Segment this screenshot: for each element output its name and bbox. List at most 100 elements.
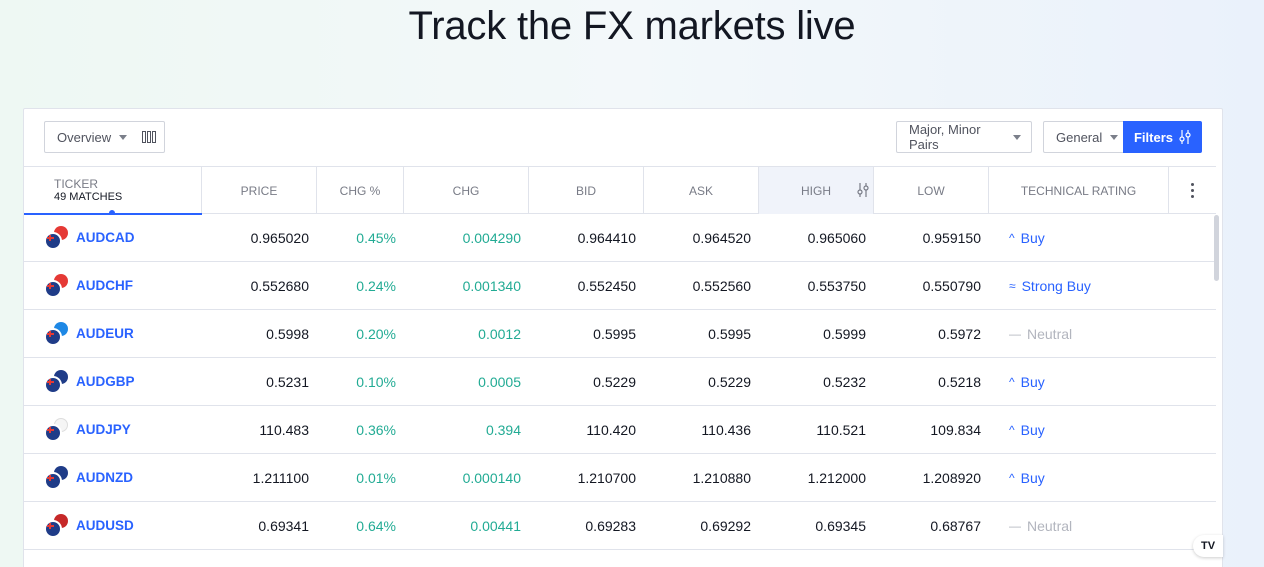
pairs-dropdown[interactable]: Major, Minor Pairs <box>896 121 1032 153</box>
technical-rating-cell[interactable]: — Neutral <box>1009 502 1179 549</box>
scrollbar[interactable] <box>1214 215 1219 281</box>
chg-cell: 0.00441 <box>470 517 521 534</box>
chevron-up-icon: ^ <box>1009 470 1015 485</box>
chg-pct-cell: 0.24% <box>356 277 396 294</box>
price-cell: 0.5998 <box>266 325 309 342</box>
currency-flag-icon <box>44 369 68 394</box>
low-cell: 0.959150 <box>922 229 981 246</box>
view-dropdown[interactable]: Overview <box>44 121 134 153</box>
currency-flag-icon <box>44 273 68 298</box>
symbol-link[interactable]: AUDUSD <box>76 518 134 533</box>
header-chg-pct[interactable]: CHG % <box>317 167 404 214</box>
table-row[interactable]: AUDCHF 0.552680 0.24% 0.001340 0.552450 0.552… <box>24 262 1216 310</box>
toolbar: Overview Major, Minor Pairs General Filt… <box>24 109 1222 166</box>
table-row[interactable]: AUDJPY 110.483 0.36% 0.394 110.420 110.436 110… <box>24 406 1216 454</box>
technical-rating-cell[interactable]: ≈ Strong Buy <box>1009 262 1179 309</box>
technical-rating-cell[interactable]: ^ Buy <box>1009 214 1179 261</box>
table-row[interactable]: AUDEUR 0.5998 0.20% 0.0012 0.5995 0.5995 0.599… <box>24 310 1216 358</box>
technical-rating-cell[interactable]: — Neutral <box>1009 310 1179 357</box>
low-cell: 0.5218 <box>938 373 981 390</box>
high-cell: 110.521 <box>816 421 866 438</box>
chg-cell: 0.0012 <box>478 325 521 342</box>
symbol-cell[interactable]: AUDGBP <box>44 358 135 405</box>
symbol-cell[interactable]: AUDCAD <box>44 214 135 261</box>
rating-label: Buy <box>1020 373 1045 390</box>
bid-cell: 0.552450 <box>577 277 636 294</box>
table-row[interactable]: AUDGBP 0.5231 0.10% 0.0005 0.5229 0.5229 0.523… <box>24 358 1216 406</box>
chg-cell: 0.000140 <box>462 469 521 486</box>
bid-cell: 0.964410 <box>577 229 636 246</box>
symbol-link[interactable]: AUDCAD <box>76 230 135 245</box>
symbol-cell[interactable]: AUDNZD <box>44 454 133 501</box>
table-row[interactable]: AUDNZD 1.211100 0.01% 0.000140 1.210700 1.210… <box>24 454 1216 502</box>
chevron-down-icon <box>1013 134 1021 140</box>
chevron-down-icon <box>119 134 128 140</box>
symbol-cell[interactable]: AUDCHF <box>44 262 133 309</box>
general-dropdown-label: General <box>1056 129 1103 145</box>
high-cell: 0.553750 <box>807 277 866 294</box>
header-ask[interactable]: ASK <box>644 167 759 214</box>
header-ticker[interactable]: TICKER 49 MATCHES <box>24 167 202 215</box>
filters-button[interactable]: Filters <box>1123 121 1202 153</box>
table-row[interactable]: AUDUSD 0.69341 0.64% 0.00441 0.69283 0.69292 0… <box>24 502 1216 550</box>
ask-cell: 1.210880 <box>692 469 751 486</box>
low-cell: 109.834 <box>930 421 981 438</box>
tradingview-logo[interactable]: TV <box>1193 535 1223 557</box>
high-cell: 0.5232 <box>823 373 866 390</box>
page-title: Track the FX markets live <box>408 4 856 48</box>
double-chevron-up-icon: ≈ <box>1009 278 1016 293</box>
currency-flag-icon <box>44 225 68 250</box>
bid-cell: 110.420 <box>586 421 636 438</box>
chevron-down-icon <box>1110 134 1119 140</box>
symbol-cell[interactable]: AUDJPY <box>44 406 131 453</box>
view-dropdown-label: Overview <box>57 129 112 145</box>
filter-sliders-icon <box>1179 130 1191 144</box>
header-price[interactable]: PRICE <box>202 167 317 214</box>
high-cell: 0.965060 <box>807 229 866 246</box>
bid-cell: 1.210700 <box>577 469 636 486</box>
header-high[interactable]: HIGH <box>759 167 874 214</box>
low-cell: 0.550790 <box>922 277 981 294</box>
chevron-up-icon: ^ <box>1009 374 1015 389</box>
table-row[interactable]: AUDCAD 0.965020 0.45% 0.004290 0.964410 0.964… <box>24 214 1216 262</box>
rating-label: Strong Buy <box>1021 277 1091 294</box>
header-chg[interactable]: CHG <box>404 167 529 214</box>
symbol-link[interactable]: AUDEUR <box>76 326 134 341</box>
columns-icon <box>141 131 156 143</box>
technical-rating-cell[interactable]: ^ Buy <box>1009 406 1179 453</box>
high-cell: 0.69345 <box>815 517 866 534</box>
chg-pct-cell: 0.10% <box>356 373 396 390</box>
chevron-up-icon: ^ <box>1009 422 1015 437</box>
chg-pct-cell: 0.01% <box>356 469 396 486</box>
currency-flag-icon <box>44 465 68 490</box>
price-cell: 0.965020 <box>250 229 309 246</box>
filters-button-label: Filters <box>1133 129 1173 145</box>
technical-rating-cell[interactable]: ^ Buy <box>1009 358 1179 405</box>
price-cell: 0.552680 <box>250 277 309 294</box>
more-vertical-icon <box>1190 182 1194 200</box>
header-technical-rating[interactable]: TECHNICAL RATING <box>989 167 1169 214</box>
symbol-link[interactable]: AUDJPY <box>76 422 131 437</box>
column-layout-button[interactable] <box>133 121 165 153</box>
ask-cell: 0.5995 <box>708 325 751 342</box>
ask-cell: 0.69292 <box>700 517 751 534</box>
symbol-link[interactable]: AUDNZD <box>76 470 133 485</box>
header-low[interactable]: LOW <box>874 167 989 214</box>
header-high-label: HIGH <box>801 183 831 198</box>
chevron-up-icon: ^ <box>1009 230 1015 245</box>
symbol-cell[interactable]: AUDUSD <box>44 502 134 549</box>
header-bid[interactable]: BID <box>529 167 644 214</box>
bid-cell: 0.5995 <box>593 325 636 342</box>
currency-flag-icon <box>44 417 68 442</box>
ask-cell: 0.5229 <box>708 373 751 390</box>
more-options-button[interactable] <box>1169 167 1215 214</box>
sort-icon[interactable] <box>857 183 869 197</box>
chg-pct-cell: 0.45% <box>356 229 396 246</box>
symbol-link[interactable]: AUDCHF <box>76 278 133 293</box>
symbol-link[interactable]: AUDGBP <box>76 374 135 389</box>
general-dropdown[interactable]: General <box>1043 121 1125 153</box>
match-count: 49 MATCHES <box>54 191 123 203</box>
technical-rating-cell[interactable]: ^ Buy <box>1009 454 1179 501</box>
chg-cell: 0.001340 <box>462 277 521 294</box>
symbol-cell[interactable]: AUDEUR <box>44 310 134 357</box>
